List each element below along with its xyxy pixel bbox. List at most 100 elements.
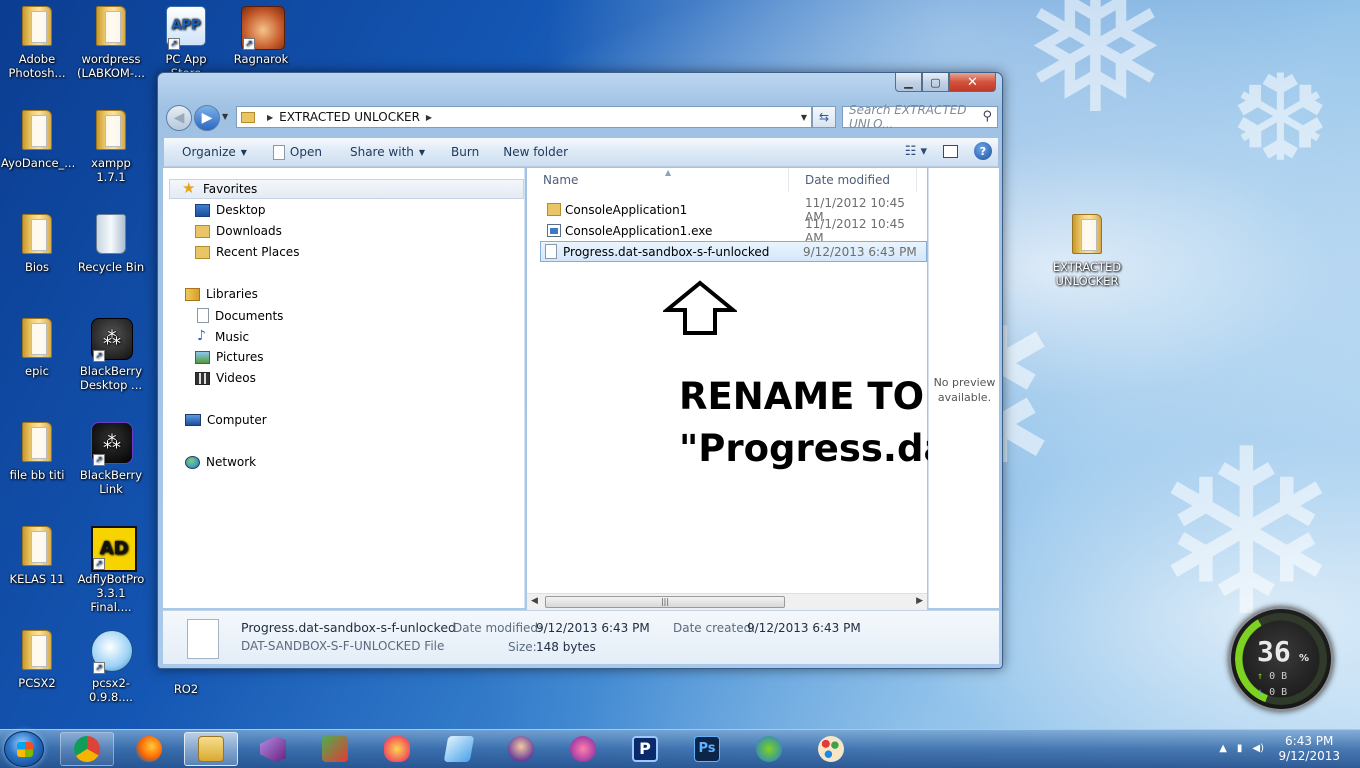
folder-icon (22, 110, 52, 150)
nav-documents[interactable]: Documents (197, 308, 283, 323)
shortcut-arrow-icon: ➚ (243, 38, 255, 50)
breadcrumb-extracted-unlocker[interactable]: EXTRACTED UNLOCKER (279, 110, 420, 124)
column-header-date-modified[interactable]: Date modified (797, 168, 917, 192)
nav-videos[interactable]: Videos (195, 371, 256, 385)
folder-icon (22, 422, 52, 462)
horizontal-scrollbar[interactable]: ◀ ||| ▶ (527, 593, 927, 610)
nav-recent-places[interactable]: Recent Places (195, 245, 299, 259)
nav-music[interactable]: ♪ Music (197, 329, 249, 344)
taskbar-download-manager[interactable] (742, 732, 796, 766)
minimize-button[interactable]: ▁ (895, 73, 922, 92)
desktop-icon-pcsx2-098[interactable]: ➚ pcsx2-0.9.8.... (75, 630, 147, 704)
caret-down-icon: ▼ (418, 147, 426, 157)
details-pane: Progress.dat-sandbox-s-f-unlocked DAT-SA… (163, 610, 999, 664)
taskbar-chrome[interactable] (60, 732, 114, 766)
volume-icon[interactable]: ◀) (1252, 743, 1264, 754)
desktop-icon-pcsx2[interactable]: PCSX2 (1, 630, 73, 690)
desktop-icon-file-bb-titi[interactable]: file bb titi (1, 422, 73, 482)
back-button[interactable]: ◀ (166, 105, 192, 131)
desktop-icon-ragnarok[interactable]: ➚ Ragnarok (225, 6, 297, 66)
nav-desktop[interactable]: Desktop (195, 203, 266, 217)
desktop-icon-blackberry-link[interactable]: ⁂ ➚ BlackBerry Link (75, 422, 147, 496)
desktop-icon-bios[interactable]: Bios (1, 214, 73, 274)
search-input[interactable]: Search EXTRACTED UNLO... ⚲ (842, 103, 998, 131)
desktop-icon-wordpress[interactable]: wordpress (LABKOM-... (75, 6, 147, 80)
details-date-created: 9/12/2013 6:43 PM (747, 621, 861, 635)
close-button[interactable]: ✕ (949, 73, 996, 92)
new-folder-button[interactable]: New folder (494, 138, 577, 166)
file-row-consoleapplication1-exe[interactable]: ConsoleApplication1.exe 11/1/2012 10:45 … (543, 217, 927, 245)
nav-libraries[interactable]: Libraries (185, 287, 258, 301)
desktop-icon-extracted-unlocker[interactable]: EXTRACTED UNLOCKER (1051, 214, 1123, 288)
nav-pictures[interactable]: Pictures (195, 350, 264, 364)
column-header-name[interactable]: Name (527, 168, 789, 192)
preview-pane: No preview available. (928, 168, 999, 608)
forward-button[interactable]: ▶ (194, 105, 220, 131)
show-hidden-icons-icon[interactable]: ▲ (1219, 743, 1227, 754)
taskbar-explorer[interactable] (184, 732, 238, 766)
chevron-right-icon[interactable]: ▶ (426, 113, 432, 122)
taskbar-app-8[interactable] (494, 732, 548, 766)
share-with-button[interactable]: Share with ▼ (341, 138, 434, 166)
desktop-icon-pc-app-store[interactable]: APP➚ PC App Store (150, 6, 222, 80)
chevron-right-icon[interactable]: ▶ (267, 113, 273, 122)
up-arrow-annotation-icon (663, 280, 737, 335)
burn-button[interactable]: Burn (442, 138, 488, 166)
desktop-icon-label: wordpress (LABKOM-... (77, 52, 145, 80)
search-icon[interactable]: ⚲ (982, 109, 992, 124)
wallpaper-snowflake: ❅ (1020, 0, 1171, 154)
recent-pages-dropdown[interactable]: ▼ (222, 112, 228, 121)
nav-network[interactable]: Network (185, 455, 256, 469)
gadget-percent: 36 (1257, 635, 1291, 668)
network-tray-icon[interactable]: ▮ (1237, 743, 1243, 754)
details-size-label: Size: (508, 640, 537, 654)
desktop-icon-kelas-11[interactable]: KELAS 11 (1, 526, 73, 586)
taskbar-paint[interactable] (804, 732, 858, 766)
taskbar-photoshop[interactable]: Ps (680, 732, 734, 766)
taskbar-visual-studio[interactable] (246, 732, 300, 766)
start-button[interactable] (4, 731, 44, 767)
maximize-button[interactable]: ▢ (922, 73, 949, 92)
organize-button[interactable]: Organize ▼ (164, 138, 256, 166)
nav-downloads[interactable]: Downloads (195, 224, 282, 238)
download-manager-icon (756, 736, 782, 762)
change-view-icon[interactable]: ☷ ▾ (905, 144, 927, 159)
nav-computer-label: Computer (207, 413, 267, 427)
shortcut-arrow-icon: ➚ (93, 662, 105, 674)
nav-favorites-label: Favorites (203, 182, 258, 196)
help-icon[interactable]: ? (974, 142, 992, 160)
taskbar-app-6[interactable] (370, 732, 424, 766)
taskbar-app-9[interactable] (556, 732, 610, 766)
desktop-icon-recycle-bin[interactable]: Recycle Bin (75, 214, 147, 274)
taskbar-firefox[interactable] (122, 732, 176, 766)
file-icon (272, 144, 285, 160)
network-meter-gadget[interactable]: 36 % ↑ 0 B ↓ 0 B (1228, 606, 1334, 712)
open-button[interactable]: Open (264, 138, 331, 166)
preview-pane-icon[interactable] (943, 144, 958, 158)
scroll-right-icon[interactable]: ▶ (916, 596, 923, 606)
nav-favorites[interactable]: ★ Favorites (169, 179, 524, 199)
folder-icon (547, 203, 561, 216)
desktop-icon-label: KELAS 11 (9, 572, 65, 586)
desktop-icon-epic[interactable]: epic (1, 318, 73, 378)
address-bar[interactable]: ▶ EXTRACTED UNLOCKER ▶ ▼ (236, 106, 812, 128)
chrome-icon (74, 736, 100, 762)
taskbar-app-5[interactable] (308, 732, 362, 766)
desktop-icon-adobe-photoshop[interactable]: Adobe Photosh... (1, 6, 73, 80)
desktop-icon-blackberry-desktop[interactable]: ⁂ ➚ BlackBerry Desktop ... (75, 318, 147, 392)
address-history-dropdown[interactable]: ▼ (801, 113, 807, 122)
taskbar-app-7[interactable] (432, 732, 486, 766)
scroll-left-icon[interactable]: ◀ (531, 596, 538, 606)
desktop-icon-adflybotpro[interactable]: AD ➚ AdflyBotPro 3.3.1 Final.... (75, 526, 147, 614)
gadget-upload: ↑ 0 B (1257, 671, 1287, 682)
desktop-icon-xampp[interactable]: xampp 1.7.1 (75, 110, 147, 184)
scrollbar-thumb[interactable]: ||| (545, 596, 785, 608)
taskbar-app-10[interactable]: P (618, 732, 672, 766)
clock[interactable]: 6:43 PM 9/12/2013 (1278, 734, 1340, 764)
share-with-label: Share with (349, 145, 414, 159)
nav-computer[interactable]: Computer (185, 413, 267, 427)
desktop-icon-ayodance[interactable]: AyoDance_... (1, 110, 75, 170)
refresh-button[interactable]: ⇆ (812, 106, 836, 128)
desktop-icon-label: epic (25, 364, 49, 378)
file-row-progress-dat[interactable]: Progress.dat-sandbox-s-f-unlocked 9/12/2… (540, 241, 927, 262)
